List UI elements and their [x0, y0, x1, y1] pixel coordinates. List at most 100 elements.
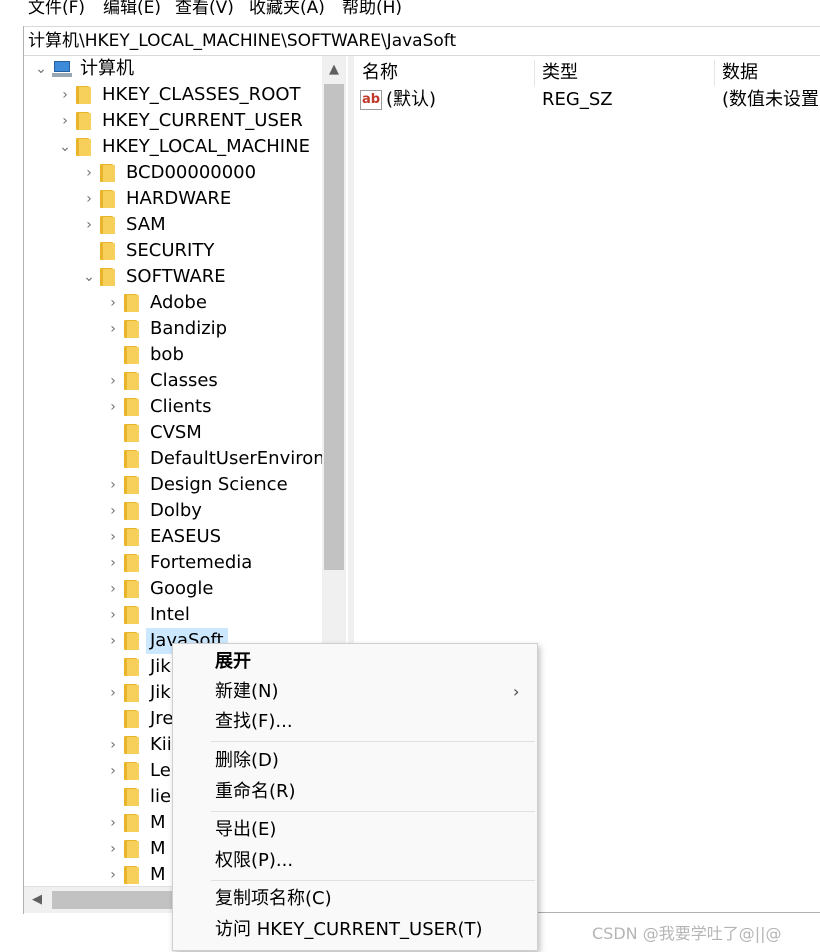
- value-name[interactable]: (默认): [386, 86, 436, 114]
- scroll-left-icon[interactable]: ◀: [24, 887, 50, 913]
- chevron-right-icon[interactable]: ›: [104, 810, 122, 836]
- column-header-data[interactable]: 数据: [722, 60, 758, 86]
- chevron-right-icon[interactable]: ›: [104, 602, 122, 628]
- menu-separator: [211, 880, 535, 881]
- column-header-type[interactable]: 类型: [542, 60, 578, 86]
- chevron-down-icon[interactable]: ⌄: [56, 134, 74, 160]
- tree-node-label: Dolby: [150, 500, 202, 521]
- chevron-right-icon[interactable]: ›: [104, 862, 122, 888]
- menu-separator: [211, 741, 535, 742]
- menu-item-new[interactable]: 新建(N): [215, 678, 279, 706]
- chevron-down-icon[interactable]: ⌄: [32, 56, 50, 82]
- chevron-right-icon[interactable]: ›: [80, 212, 98, 238]
- folder-icon: [124, 762, 140, 780]
- folder-icon: [124, 528, 140, 546]
- menu-item-copy-key-name[interactable]: 复制项名称(C): [215, 885, 332, 913]
- folder-icon: [124, 554, 140, 572]
- menu-item-find[interactable]: 查找(F)...: [215, 708, 293, 736]
- folder-icon: [76, 86, 92, 104]
- chevron-right-icon[interactable]: ›: [104, 680, 122, 706]
- chevron-right-icon[interactable]: ›: [104, 394, 122, 420]
- folder-icon: [124, 840, 140, 858]
- folder-icon: [124, 372, 140, 390]
- chevron-right-icon[interactable]: ›: [104, 524, 122, 550]
- address-bar[interactable]: 计算机\HKEY_LOCAL_MACHINE\SOFTWARE\JavaSoft: [24, 26, 820, 56]
- tree-node-label: bob: [150, 344, 184, 365]
- folder-icon: [124, 788, 140, 806]
- menu-item-delete[interactable]: 删除(D): [215, 747, 279, 775]
- tree-node-label: EASEUS: [150, 526, 222, 547]
- tree-node-label: SAM: [126, 214, 166, 235]
- column-separator[interactable]: [534, 60, 535, 86]
- menu-favorites[interactable]: 收藏夹(A): [249, 0, 325, 18]
- folder-icon: [124, 502, 140, 520]
- menu-item-expand[interactable]: 展开: [215, 648, 251, 676]
- tree-node-label: SECURITY: [126, 240, 215, 261]
- chevron-right-icon[interactable]: ›: [80, 186, 98, 212]
- tree-node-label: 计算机: [80, 58, 134, 79]
- chevron-right-icon[interactable]: ›: [104, 732, 122, 758]
- menu-item-rename[interactable]: 重命名(R): [215, 778, 296, 806]
- chevron-right-icon[interactable]: ›: [104, 316, 122, 342]
- menu-file[interactable]: 文件(F): [28, 0, 85, 18]
- menu-view[interactable]: 查看(V): [175, 0, 234, 18]
- menu-bar: 文件(F) 编辑(E) 查看(V) 收藏夹(A) 帮助(H): [0, 0, 820, 24]
- chevron-right-icon[interactable]: ›: [104, 290, 122, 316]
- folder-icon: [76, 112, 92, 130]
- folder-icon: [100, 242, 116, 260]
- chevron-right-icon[interactable]: ›: [104, 576, 122, 602]
- tree-node-label: M: [150, 812, 166, 833]
- folder-icon: [124, 606, 140, 624]
- tree-node-label: Design Science: [150, 474, 288, 495]
- tree-node-label: SOFTWARE: [126, 266, 226, 287]
- chevron-right-icon[interactable]: ›: [104, 498, 122, 524]
- scroll-thumb[interactable]: [324, 84, 344, 570]
- folder-icon: [124, 346, 140, 364]
- tree-node-label: M: [150, 838, 166, 859]
- value-data: (数值未设置): [722, 89, 820, 110]
- chevron-right-icon[interactable]: ›: [104, 836, 122, 862]
- menu-item-permissions[interactable]: 权限(P)...: [215, 847, 293, 875]
- column-separator[interactable]: [714, 60, 715, 86]
- folder-icon: [124, 450, 140, 468]
- chevron-right-icon[interactable]: ›: [104, 758, 122, 784]
- tree-node-label: Intel: [150, 604, 190, 625]
- tree-node-label: Jre: [150, 708, 174, 729]
- tree-node-label: Jik: [150, 682, 171, 703]
- chevron-right-icon[interactable]: ›: [56, 82, 74, 108]
- tree-node-label: Google: [150, 578, 214, 599]
- context-menu: 展开 新建(N) › 查找(F)... 删除(D) 重命名(R) 导出(E) 权…: [172, 643, 538, 951]
- menu-edit[interactable]: 编辑(E): [103, 0, 161, 18]
- tree-node-label: Kii: [150, 734, 172, 755]
- computer-icon: [52, 61, 72, 77]
- folder-icon: [100, 216, 116, 234]
- folder-icon: [100, 268, 116, 286]
- column-header-name[interactable]: 名称: [362, 60, 398, 86]
- chevron-right-icon: ›: [513, 682, 520, 701]
- chevron-right-icon[interactable]: ›: [104, 550, 122, 576]
- chevron-right-icon[interactable]: ›: [104, 628, 122, 654]
- tree-node-label: HKEY_CLASSES_ROOT: [102, 84, 301, 105]
- menu-help[interactable]: 帮助(H): [342, 0, 402, 18]
- chevron-right-icon[interactable]: ›: [104, 368, 122, 394]
- chevron-down-icon[interactable]: ⌄: [80, 264, 98, 290]
- menu-item-goto-hkcu[interactable]: 访问 HKEY_CURRENT_USER(T): [215, 916, 483, 944]
- chevron-right-icon[interactable]: ›: [80, 160, 98, 186]
- folder-icon: [124, 736, 140, 754]
- menu-item-export[interactable]: 导出(E): [215, 816, 276, 844]
- folder-icon: [124, 424, 140, 442]
- tree-node-label: Clients: [150, 396, 212, 417]
- watermark: CSDN @我要学吐了@||@: [592, 924, 782, 943]
- scroll-up-icon[interactable]: ▲: [322, 56, 346, 84]
- string-value-icon: ab: [360, 90, 382, 110]
- chevron-right-icon[interactable]: ›: [56, 108, 74, 134]
- folder-icon: [124, 658, 140, 676]
- folder-icon: [100, 190, 116, 208]
- value-type: REG_SZ: [542, 89, 613, 110]
- folder-icon: [124, 866, 140, 884]
- folder-icon: [124, 580, 140, 598]
- chevron-right-icon[interactable]: ›: [104, 472, 122, 498]
- folder-icon: [124, 632, 140, 650]
